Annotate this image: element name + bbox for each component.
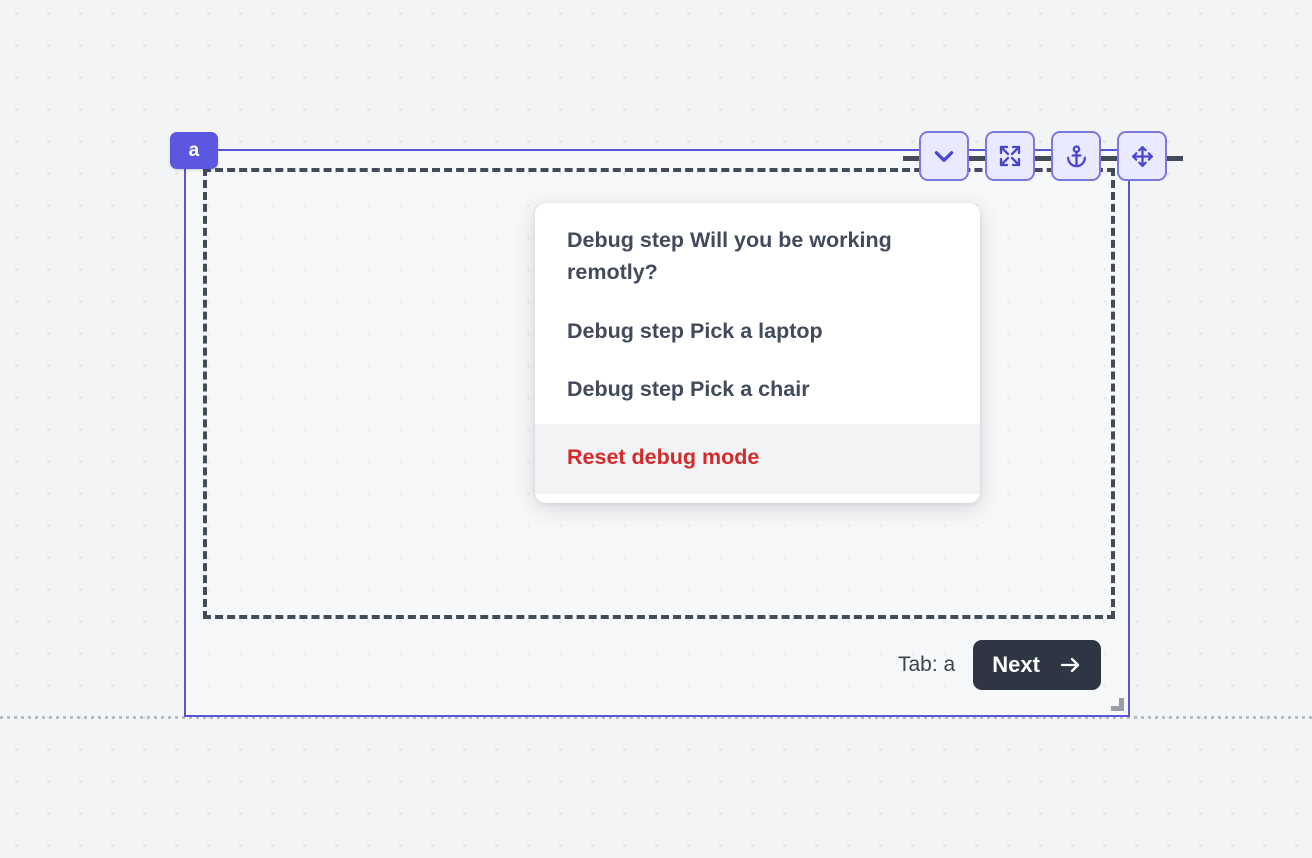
menu-item-debug-step-chair[interactable]: Debug step Pick a chair: [535, 360, 980, 418]
toolbar-connector: [1167, 156, 1183, 161]
tab-indicator: Tab: a: [898, 653, 956, 676]
anchor-button[interactable]: [1051, 131, 1101, 181]
menu-item-debug-step-laptop[interactable]: Debug step Pick a laptop: [535, 302, 980, 360]
toolbar-connector: [1101, 156, 1117, 161]
expand-button[interactable]: [985, 131, 1035, 181]
next-button-label: Next: [992, 652, 1040, 677]
chevron-down-icon: [931, 143, 957, 169]
next-button[interactable]: Next: [973, 640, 1101, 690]
resize-handle[interactable]: [1111, 698, 1124, 711]
move-button[interactable]: [1117, 131, 1167, 181]
step-footer: Tab: a Next: [898, 640, 1101, 690]
expand-arrows-icon: [998, 144, 1022, 168]
move-arrows-icon: [1130, 144, 1155, 169]
toolbar-connector: [903, 156, 919, 161]
collapse-button[interactable]: [919, 131, 969, 181]
toolbar-connector: [969, 156, 985, 161]
debug-step-menu: Debug step Will you be working remotly? …: [535, 203, 980, 504]
menu-item-debug-step-remotly[interactable]: Debug step Will you be working remotly?: [535, 211, 980, 302]
tab-pill-label: a: [188, 139, 200, 161]
menu-item-reset-debug-mode[interactable]: Reset debug mode: [535, 424, 980, 495]
toolbar-connector: [1035, 156, 1051, 161]
node-toolbar: [903, 131, 1183, 181]
tab-pill-a[interactable]: a: [170, 132, 218, 169]
anchor-icon: [1064, 144, 1089, 169]
arrow-right-icon: [1058, 653, 1082, 677]
